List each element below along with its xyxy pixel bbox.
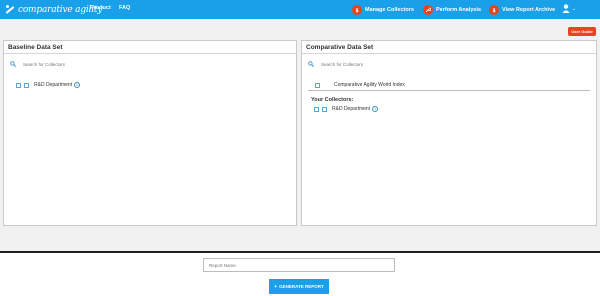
nav-faq-link[interactable]: FAQ (119, 5, 130, 11)
footer-divider (0, 251, 600, 253)
world-index-label: Comparative Agility World Index (334, 82, 405, 88)
view-report-archive-label: View Report Archive (502, 6, 556, 13)
collector-label: R&D Department (332, 106, 371, 112)
plus-icon: + (274, 283, 278, 290)
list-item: R&D Department i (314, 106, 379, 112)
expand-checkbox[interactable] (314, 106, 319, 112)
user-menu[interactable]: ⌄ (562, 4, 576, 13)
svg-text:$: $ (492, 7, 496, 12)
view-report-archive-button[interactable]: $ View Report Archive (489, 4, 555, 15)
dollar-icon: $ (352, 4, 362, 15)
divider (308, 90, 590, 91)
user-guide-button[interactable]: User Guide (568, 27, 596, 36)
select-checkbox[interactable] (322, 106, 327, 112)
baseline-panel: Baseline Data Set R&D Department i (3, 40, 297, 226)
dollar-icon: $ (489, 4, 499, 15)
divider (4, 53, 296, 54)
chevron-down-icon: ⌄ (571, 5, 576, 12)
logo-mark-icon (4, 4, 16, 15)
collectors-heading: Your Collectors: (311, 97, 354, 103)
expand-checkbox[interactable] (16, 82, 21, 88)
info-icon[interactable]: i (372, 106, 379, 112)
select-checkbox[interactable] (315, 82, 320, 88)
brand-logo[interactable]: comparative agility (4, 3, 102, 16)
info-icon[interactable]: i (74, 82, 81, 88)
wrench-icon (423, 4, 433, 15)
perform-analysis-label: Perform Analysis (436, 6, 482, 13)
manage-collectors-button[interactable]: $ Manage Collectors (352, 4, 414, 15)
baseline-search (10, 59, 290, 69)
perform-analysis-button[interactable]: Perform Analysis (423, 4, 481, 15)
collector-label: R&D Department (34, 82, 73, 88)
comparative-panel: Comparative Data Set Comparative Agility… (301, 40, 597, 226)
manage-collectors-label: Manage Collectors (365, 6, 414, 13)
generate-report-button[interactable]: + GENERATE REPORT (269, 279, 329, 294)
top-navbar: comparative agility Product FAQ $ Manage… (0, 0, 600, 19)
generate-report-label: GENERATE REPORT (279, 284, 324, 289)
report-name-input[interactable] (203, 258, 395, 272)
comparative-title: Comparative Data Set (306, 44, 374, 51)
baseline-search-input[interactable] (23, 61, 173, 67)
divider (302, 53, 596, 54)
search-icon (308, 61, 314, 67)
user-icon (562, 4, 570, 13)
search-icon (10, 61, 16, 67)
nav-product-link[interactable]: Product (90, 5, 111, 11)
svg-text:$: $ (355, 7, 359, 12)
select-checkbox[interactable] (24, 82, 29, 88)
comparative-search-input[interactable] (321, 61, 471, 67)
list-item: R&D Department i (16, 82, 81, 88)
comparative-search (308, 59, 590, 69)
baseline-title: Baseline Data Set (8, 44, 63, 51)
list-item: Comparative Agility World Index (315, 82, 407, 88)
